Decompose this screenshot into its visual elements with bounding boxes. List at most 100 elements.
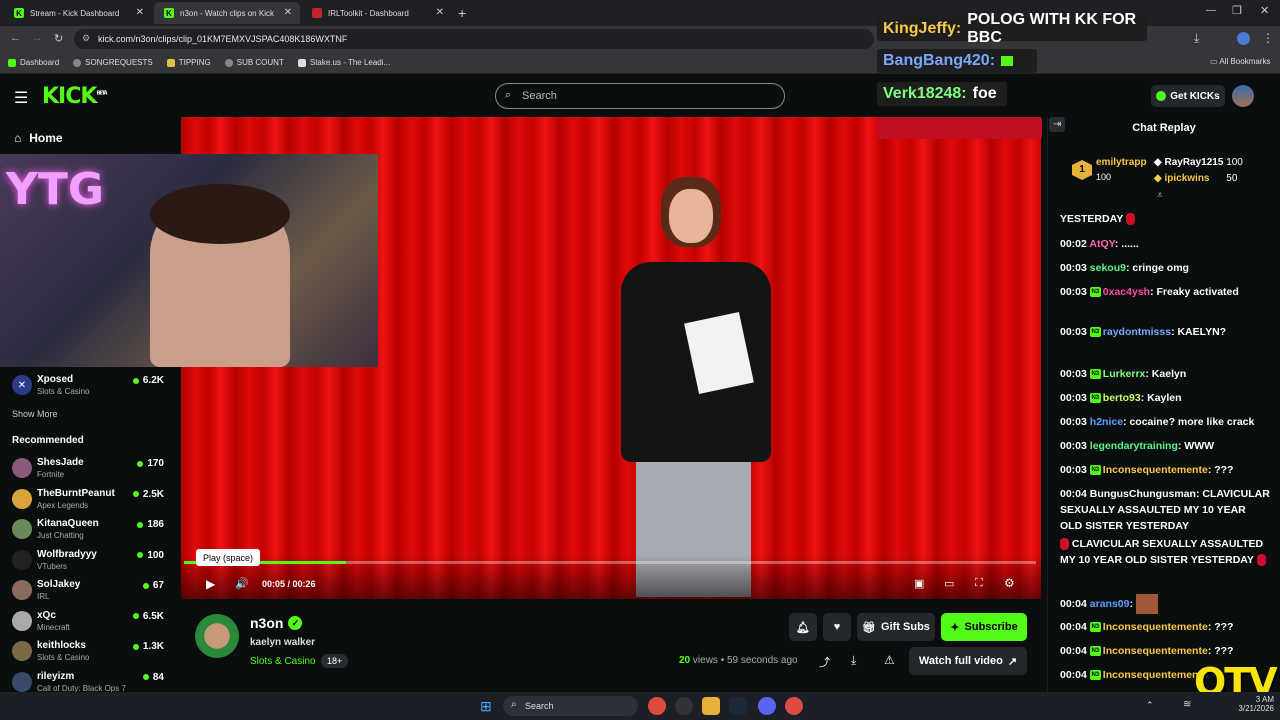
pip-icon[interactable]: ▣ [914, 577, 924, 590]
gift-subs-button[interactable]: 🎁︎ Gift Subs [857, 613, 935, 641]
close-tab-icon[interactable]: ✕ [136, 7, 144, 18]
chat-username[interactable]: sekou9 [1090, 262, 1126, 274]
minimize-icon[interactable]: — [1206, 5, 1216, 16]
url-input[interactable]: ⚙ kick.com/n3on/clips/clip_01KM7EMXVJSPA… [74, 29, 874, 49]
fullscreen-icon[interactable]: ⛶ [975, 577, 983, 590]
avatar [12, 519, 32, 539]
obs-taskbar-icon[interactable] [675, 697, 693, 715]
taskbar-search[interactable]: ⌕ Search [503, 696, 638, 716]
leader-name[interactable]: ◆ ipickwins 50 [1154, 173, 1237, 184]
subscriber-badge-icon: N3 [1089, 622, 1101, 633]
sidebar-channel[interactable]: ShesJade Fortnite 170 [12, 455, 172, 483]
chat-username[interactable]: Lurkerrx [1103, 368, 1146, 380]
play-icon[interactable]: ▶ [206, 577, 215, 591]
follow-button[interactable]: ♥ [823, 613, 851, 641]
bookmark-dashboard[interactable]: Dashboard [8, 58, 59, 67]
live-dot-icon [137, 552, 144, 558]
chrome-taskbar-icon[interactable] [785, 697, 803, 715]
forward-icon[interactable]: → [32, 32, 43, 44]
leader-name[interactable]: emilytrapp [1096, 157, 1147, 168]
bookmark-stake[interactable]: Stake.us - The Leadi... [297, 58, 390, 67]
sidebar-channel[interactable]: KitanaQueen Just Chatting 186 [12, 516, 172, 544]
bookmark-tipping[interactable]: TIPPING [166, 58, 211, 67]
sidebar-channel[interactable]: TheBurntPeanut Apex Legends 2.5K [12, 486, 172, 514]
share-icon[interactable]: ⤴ [819, 654, 830, 670]
chat-username[interactable]: Inconsequentemente [1103, 645, 1208, 657]
chat-username[interactable]: legendarytraining [1090, 440, 1178, 452]
close-tab-icon[interactable]: ✕ [436, 7, 444, 18]
avatar [12, 488, 32, 509]
chat-username[interactable]: Inconsequentemente [1103, 621, 1208, 633]
back-icon[interactable]: ← [10, 32, 21, 44]
overlay-user: BangBang420: [883, 52, 996, 69]
bookmark-icon [166, 58, 175, 67]
settings-icon[interactable]: ⚙ [1004, 576, 1015, 590]
sidebar-channel[interactable]: Wolfbradyyy VTubers 100 [12, 547, 172, 575]
channel-name-row[interactable]: n3on ✓ [250, 615, 303, 631]
gift-icon: 🎁︎ [862, 621, 877, 634]
chat-username[interactable]: BungusChungusman [1090, 488, 1196, 500]
hamburger-menu-icon[interactable]: ☰ [14, 88, 28, 108]
kick-logo[interactable]: KICKBETA [42, 84, 108, 109]
neon-sign-graphic: YTG [6, 164, 104, 215]
chat-username[interactable]: arans09 [1090, 598, 1130, 610]
avatar [12, 580, 32, 600]
chat-username[interactable]: Inconsequentemente [1103, 669, 1208, 681]
tab-stream-dashboard[interactable]: K Stream - Kick Dashboard ✕ [4, 2, 152, 24]
chat-username[interactable]: h2nice [1090, 416, 1123, 428]
sidebar-item-home[interactable]: ⌂ Home [14, 131, 63, 145]
search-input[interactable]: ⌕ Search [495, 83, 785, 109]
download-icon[interactable]: ⤓ [1194, 31, 1199, 46]
show-more-link[interactable]: Show More [12, 409, 58, 419]
sidebar-channel[interactable]: ✕ Xposed Slots & Casino 6.2K [12, 372, 172, 400]
theater-mode-icon[interactable]: ▭ [944, 577, 954, 590]
menu-kebab-icon[interactable]: ⋮ [1262, 31, 1274, 45]
reload-icon[interactable]: ↻ [54, 32, 63, 45]
bookmark-sub-count[interactable]: SUB COUNT [224, 58, 284, 67]
close-tab-icon[interactable]: ✕ [284, 7, 292, 18]
tray-chevron-icon[interactable]: ⌃ [1146, 700, 1154, 711]
maximize-icon[interactable]: ❐ [1232, 4, 1242, 17]
chat-text: YESTERDAY [1060, 213, 1124, 225]
leader-name[interactable]: ◆ RayRay1215 100 [1154, 157, 1243, 168]
channel-avatar[interactable] [195, 614, 239, 658]
download-clip-icon[interactable]: ⤓ [851, 653, 856, 668]
sidebar-channel[interactable]: SolJakey IRL 67 [12, 577, 172, 605]
user-avatar[interactable] [1232, 85, 1254, 107]
watch-full-video-button[interactable]: Watch full video ↗ [909, 647, 1027, 675]
clip-category-link[interactable]: Slots & Casino [250, 656, 316, 667]
expand-leaderboard-icon[interactable]: ⩡ [1157, 190, 1163, 201]
sidebar-channel[interactable]: keithlocks Slots & Casino 1.3K [12, 638, 172, 666]
discord-taskbar-icon[interactable] [758, 697, 776, 715]
steam-taskbar-icon[interactable] [729, 697, 747, 715]
collapse-chat-icon[interactable]: ⇥ [1049, 117, 1066, 132]
notifications-button[interactable]: 🔔︎ [789, 613, 817, 641]
windows-start-icon[interactable]: ⊞ [480, 698, 492, 715]
chat-timestamp: 00:03 [1060, 392, 1087, 404]
wifi-icon[interactable]: ≋ [1183, 699, 1191, 710]
sidebar-channel[interactable]: xQc Minecraft 6.5K [12, 608, 172, 636]
bookmark-songrequests[interactable]: SONGREQUESTS [73, 58, 153, 67]
get-kicks-button[interactable]: Get KICKs [1151, 85, 1225, 107]
file-explorer-icon[interactable] [702, 697, 720, 715]
chat-username[interactable]: 0xac4ysh [1103, 286, 1150, 298]
volume-icon[interactable]: 🔊 [235, 577, 249, 590]
chat-username[interactable]: AtQY [1089, 238, 1114, 250]
new-tab-icon[interactable]: + [458, 5, 466, 21]
report-icon[interactable]: ⚠ [884, 653, 895, 667]
chat-username[interactable]: Inconsequentemente [1103, 464, 1208, 476]
profile-avatar[interactable] [1237, 32, 1250, 45]
all-bookmarks[interactable]: ▭ All Bookmarks [1210, 57, 1270, 66]
close-window-icon[interactable]: ✕ [1260, 4, 1269, 17]
tab-n3on-clips[interactable]: K n3on - Watch clips on Kick ✕ [154, 2, 300, 24]
subscribe-button[interactable]: ✦ Subscribe [941, 613, 1027, 641]
chrome-taskbar-icon[interactable] [648, 697, 666, 715]
chat-username[interactable]: raydontmisss [1103, 326, 1171, 338]
heart-icon: ♥ [833, 621, 841, 633]
site-info-icon[interactable]: ⚙ [82, 33, 90, 44]
channel-category: IRL [37, 592, 50, 601]
chat-username[interactable]: berto93 [1103, 392, 1141, 404]
clock[interactable]: 3 AM 3/21/2026 [1234, 695, 1274, 713]
gem-emote-icon [1060, 538, 1069, 551]
tab-irltoolkit[interactable]: IRLToolkit - Dashboard ✕ [302, 2, 452, 24]
